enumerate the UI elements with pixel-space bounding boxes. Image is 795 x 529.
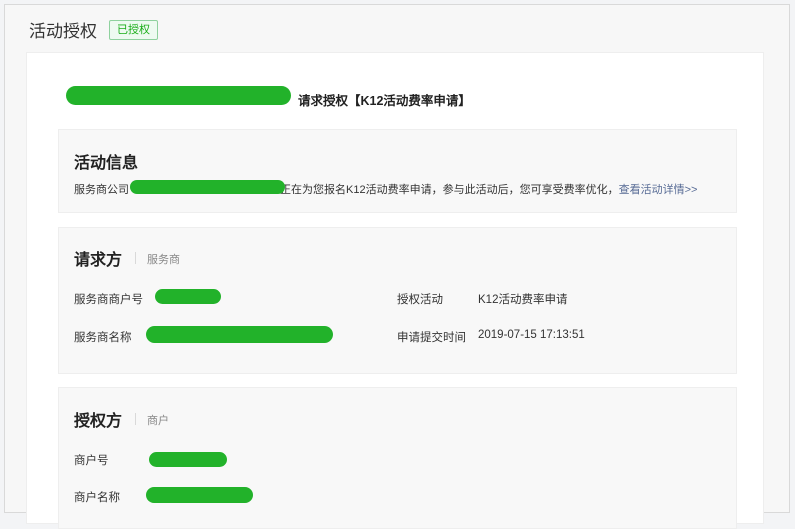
page-title: 活动授权	[29, 22, 97, 41]
activity-info-section: 活动信息 服务商公司 正在为您报名K12活动费率申请，参与此活动后，您可享受费率优…	[58, 129, 737, 213]
title-divider	[135, 413, 136, 425]
status-badge: 已授权	[109, 19, 158, 40]
grantor-title: 授权方	[74, 413, 123, 430]
title-divider	[135, 252, 136, 264]
redacted-merchant-no	[155, 289, 221, 304]
page-header: 活动授权 已授权	[29, 17, 158, 42]
submit-time-value: 2019-07-15 17:13:51	[478, 329, 585, 341]
redacted-company-name	[130, 180, 285, 194]
submit-time-label: 申请提交时间	[397, 332, 466, 344]
info-text-middle: 正在为您报名K12活动费率申请，参与此活动后，您可享受费率优化，	[280, 184, 619, 196]
info-text-prefix: 服务商公司	[74, 184, 129, 196]
auth-activity-value: K12活动费率申请	[478, 294, 568, 306]
request-title: 请求授权【K12活动费率申请】	[298, 94, 471, 108]
activity-details-link[interactable]: 查看活动详情>>	[619, 184, 698, 196]
auth-activity-label: 授权活动	[397, 294, 443, 306]
grantor-subtitle: 商户	[147, 415, 169, 427]
redacted-grantor-merchant-no	[149, 452, 227, 467]
requester-subtitle: 服务商	[147, 254, 180, 266]
merchant-name-label: 服务商名称	[74, 332, 132, 344]
grantor-merchant-name-label: 商户名称	[74, 492, 120, 504]
requester-title: 请求方	[74, 252, 123, 269]
merchant-no-label: 服务商商户号	[74, 294, 143, 306]
redacted-grantor-merchant-name	[146, 487, 253, 503]
redacted-requester-name	[66, 86, 291, 105]
redacted-merchant-name	[146, 326, 333, 343]
grantor-merchant-no-label: 商户号	[74, 455, 109, 467]
activity-info-title: 活动信息	[74, 155, 139, 172]
